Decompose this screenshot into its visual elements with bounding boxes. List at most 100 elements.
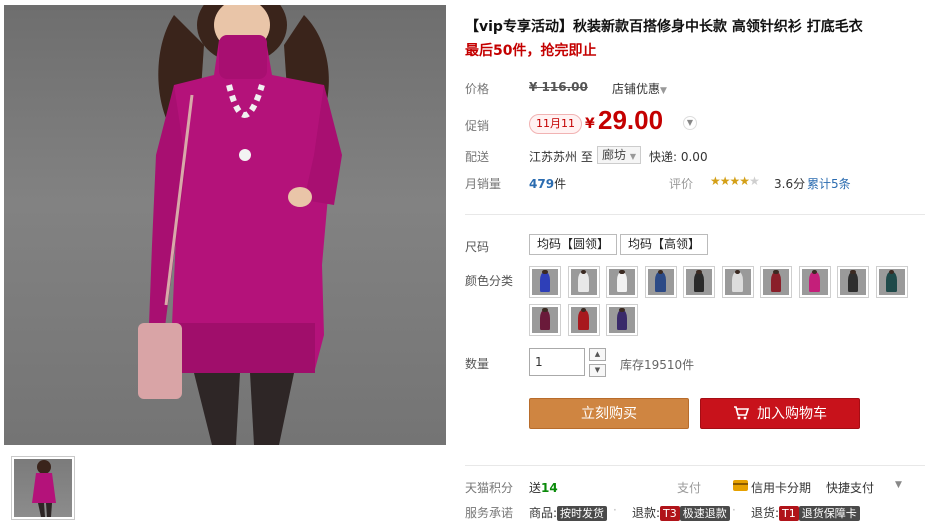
color-swatch-teal[interactable] bbox=[875, 266, 908, 298]
swatch-thumbnail bbox=[840, 269, 866, 295]
swatch-model-head bbox=[542, 307, 548, 313]
swatch-thumbnail bbox=[570, 269, 597, 295]
swatch-garment bbox=[693, 271, 705, 292]
stock-count: 库存19510件 bbox=[620, 358, 695, 372]
swatch-garment bbox=[770, 271, 782, 292]
swatch-garment bbox=[847, 271, 859, 292]
payment-label: 支付 bbox=[677, 481, 702, 495]
quantity-input[interactable] bbox=[529, 348, 585, 376]
swatch-model-head bbox=[773, 269, 779, 275]
credit-card-icon bbox=[733, 480, 748, 491]
monthly-sales: 479件 bbox=[529, 175, 566, 192]
color-swatch-rose[interactable] bbox=[798, 266, 831, 298]
swatch-garment bbox=[539, 309, 551, 330]
swatch-thumbnail bbox=[609, 307, 635, 333]
shipping-label: 配送 bbox=[465, 150, 490, 164]
divider bbox=[465, 465, 925, 466]
price-expand-chevron-icon[interactable]: ▼ bbox=[683, 116, 697, 130]
color-swatch-plum[interactable] bbox=[529, 304, 561, 336]
thumbnail-strip bbox=[4, 449, 446, 525]
promo-text: 最后50件，抢完即止 bbox=[465, 43, 597, 59]
model-illustration bbox=[138, 5, 342, 445]
color-swatch-grey-white[interactable] bbox=[721, 266, 754, 298]
review-count-link[interactable]: 累计5条 bbox=[807, 175, 851, 192]
product-details: 【vip专享活动】秋装新款百搭修身中长款 高领针织衫 打底毛衣 最后50件，抢完… bbox=[465, 0, 925, 529]
pay-quick[interactable]: 快捷支付 bbox=[826, 479, 874, 496]
promo-price-label: 促销 bbox=[465, 119, 490, 133]
divider bbox=[465, 214, 925, 215]
currency-symbol: ¥ bbox=[585, 116, 595, 132]
points-value: 送14 bbox=[529, 479, 558, 496]
pay-credit-installment[interactable]: 信用卡分期 bbox=[751, 479, 811, 496]
color-swatch-white-2[interactable] bbox=[606, 266, 638, 298]
store-discount-label: 店铺优惠 bbox=[612, 82, 661, 96]
swatch-model-head bbox=[696, 269, 702, 275]
main-product-image[interactable] bbox=[4, 5, 446, 445]
swatch-thumbnail bbox=[532, 307, 558, 333]
swatch-garment bbox=[655, 271, 666, 292]
swatch-thumbnail bbox=[647, 269, 674, 295]
points-label: 天猫积分 bbox=[465, 481, 514, 495]
color-swatch-wine[interactable] bbox=[760, 266, 792, 298]
service-refund-prefix: 退款: bbox=[632, 506, 661, 520]
payment-more-chevron-icon[interactable]: ▼ bbox=[895, 480, 902, 490]
rating-stars: ★★★★★ bbox=[710, 174, 760, 188]
separator: · bbox=[732, 503, 736, 517]
color-swatch-black[interactable] bbox=[683, 266, 715, 298]
swatch-model-head bbox=[619, 307, 625, 313]
points-prefix: 送 bbox=[529, 481, 542, 495]
star-icon: ★ bbox=[719, 174, 731, 188]
color-swatch-purple[interactable] bbox=[606, 304, 638, 336]
size-label: 尺码 bbox=[465, 240, 490, 254]
swatch-garment bbox=[578, 271, 589, 292]
size-option-high-neck[interactable]: 均码【高领】 bbox=[620, 234, 709, 255]
quantity-decrease-button[interactable]: ▼ bbox=[589, 364, 606, 377]
color-swatch-navy[interactable] bbox=[644, 266, 677, 298]
quantity-label: 数量 bbox=[465, 357, 490, 371]
swatch-model-head bbox=[542, 269, 548, 275]
buy-now-label: 立刻购买 bbox=[581, 406, 637, 422]
color-swatch-dark[interactable] bbox=[837, 266, 869, 298]
chevron-down-icon: ▼ bbox=[660, 86, 667, 96]
service-goods-prefix: 商品: bbox=[529, 506, 558, 520]
thumbnail-1[interactable] bbox=[11, 456, 75, 520]
swatch-thumbnail bbox=[763, 269, 789, 295]
color-swatch-blue[interactable] bbox=[529, 266, 561, 298]
swatch-thumbnail bbox=[609, 269, 635, 295]
swatch-thumbnail bbox=[801, 269, 828, 295]
color-swatch-white[interactable] bbox=[567, 266, 600, 298]
ship-from: 江苏苏州 至 bbox=[529, 150, 593, 164]
add-to-cart-label: 加入购物车 bbox=[757, 406, 827, 422]
service-return-tag[interactable]: 退货保障卡 bbox=[798, 506, 860, 521]
service-goods: 商品: 按时发货 bbox=[529, 504, 608, 521]
current-price: 29.00 bbox=[598, 105, 664, 135]
swatch-thumbnail bbox=[686, 269, 712, 295]
store-discount-dropdown[interactable]: 店铺优惠▼ bbox=[612, 80, 667, 97]
star-icon: ★ bbox=[710, 174, 721, 188]
service-return-code: T1 bbox=[779, 506, 799, 521]
add-to-cart-button[interactable]: 加入购物车 bbox=[700, 398, 860, 429]
swatch-garment bbox=[539, 271, 551, 292]
service-refund-tag[interactable]: 极速退款 bbox=[679, 506, 730, 521]
monthly-sales-unit: 件 bbox=[554, 177, 567, 191]
service-refund-code: T3 bbox=[660, 506, 680, 521]
size-option-round-neck[interactable]: 均码【圆领】 bbox=[529, 234, 618, 255]
color-swatch-red[interactable] bbox=[567, 304, 600, 336]
original-price: ¥ 116.00 bbox=[529, 80, 588, 94]
monthly-sales-count: 479 bbox=[529, 177, 555, 191]
color-label: 颜色分类 bbox=[465, 274, 514, 288]
quantity-increase-button[interactable]: ▲ bbox=[589, 348, 606, 361]
buy-now-button[interactable]: 立刻购买 bbox=[529, 398, 689, 429]
ship-to-selector[interactable]: 廊坊 ▼ bbox=[597, 146, 641, 164]
cart-icon bbox=[733, 401, 750, 432]
shipping-fee: 快递: 0.00 bbox=[649, 150, 708, 164]
swatch-garment bbox=[886, 271, 897, 292]
service-return-prefix: 退货: bbox=[751, 506, 780, 520]
thumbnail-model bbox=[32, 460, 56, 517]
chevron-down-icon: ▼ bbox=[629, 152, 636, 161]
star-half-icon: ★ bbox=[739, 174, 750, 188]
price-label: 价格 bbox=[465, 82, 490, 96]
service-goods-tag[interactable]: 按时发货 bbox=[557, 506, 608, 521]
swatch-thumbnail bbox=[570, 307, 597, 333]
points-number: 14 bbox=[541, 481, 558, 495]
